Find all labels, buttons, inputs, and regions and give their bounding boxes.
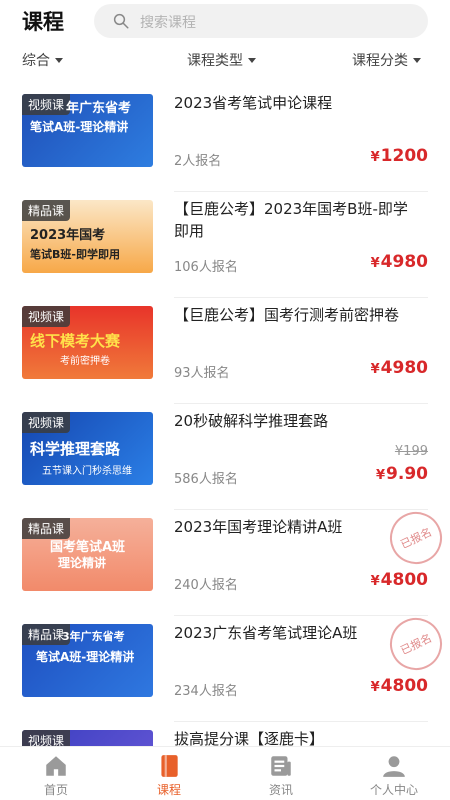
tab-home[interactable]: 首页	[16, 753, 96, 798]
course-price: ¥4800	[370, 676, 428, 696]
filter-bar: 综合 课程类型 课程分类	[0, 46, 450, 72]
search-input[interactable]: 搜索课程	[94, 4, 428, 38]
enroll-count: 234人报名	[174, 684, 238, 699]
thumb-subtitle: 笔试A班-理论精讲	[30, 120, 129, 134]
course-tag: 视频课	[22, 94, 71, 115]
course-price: ¥4980	[370, 252, 428, 272]
tab-label: 资讯	[268, 783, 293, 797]
tab-label: 首页	[43, 783, 68, 797]
caret-down-icon	[413, 57, 421, 63]
thumb-title: 2023年国考	[30, 228, 106, 243]
tab-news[interactable]: 资讯	[241, 753, 321, 798]
course-item[interactable]: 视频课 科学推理套路 五节课入门秒杀思维 20秒破解科学推理套路 ¥199 58…	[0, 404, 450, 510]
enrolled-stamp: 已报名	[381, 503, 450, 573]
enroll-count: 106人报名	[174, 260, 238, 275]
thumb-subtitle: 笔试A班-理论精讲	[36, 650, 135, 664]
course-price: ¥4980	[370, 358, 428, 378]
course-title: 2023省考笔试申论课程	[174, 94, 333, 112]
news-icon	[271, 756, 291, 776]
course-price: ¥4800	[370, 570, 428, 590]
course-price: ¥9.90	[376, 464, 428, 484]
thumb-title: 线下模考大赛	[30, 332, 121, 350]
tab-label: 个人中心	[369, 783, 418, 797]
book-icon	[161, 755, 178, 777]
thumb-subtitle: 考前密押卷	[60, 356, 110, 367]
course-tag: 视频课	[22, 412, 71, 433]
page-title: 课程	[22, 10, 64, 34]
course-item[interactable]: 视频课 年广东省考 笔试A班-理论精讲 2023省考笔试申论课程 2人报名 ¥1…	[0, 86, 450, 192]
thumb-title: 科学推理套路	[30, 440, 121, 458]
course-title: 【巨鹿公考】2023年国考B班-即学即用	[174, 200, 408, 240]
filter-label: 综合	[22, 53, 50, 69]
search-placeholder: 搜索课程	[140, 15, 196, 31]
thumb-subtitle: 理论精讲	[58, 556, 107, 570]
thumb-title: 3年广东省考	[62, 630, 125, 643]
enroll-count: 93人报名	[174, 366, 230, 381]
filter-course-category[interactable]: 课程分类	[352, 50, 421, 70]
course-tag: 视频课	[22, 306, 71, 327]
enrolled-stamp: 已报名	[381, 609, 450, 679]
tab-profile[interactable]: 个人中心	[354, 753, 434, 798]
caret-down-icon	[55, 57, 63, 63]
course-tag: 精品课	[22, 200, 71, 221]
header: 课程 搜索课程	[0, 0, 450, 42]
course-title: 【巨鹿公考】国考行测考前密押卷	[174, 306, 400, 324]
thumb-title: 年广东省考	[66, 101, 132, 116]
course-item[interactable]: 精品课 3年广东省考 笔试A班-理论精讲 2023广东省考笔试理论A班 已报名 …	[0, 609, 450, 722]
tab-courses[interactable]: 课程	[129, 753, 209, 798]
course-price: ¥1200	[370, 146, 428, 166]
bottom-tab-bar: 首页 课程 资讯 个人中心	[0, 746, 450, 800]
filter-overall[interactable]: 综合	[22, 50, 63, 70]
course-thumbnail: 视频课 年广东省考 笔试A班-理论精讲	[22, 94, 153, 167]
course-title: 2023年国考理论精讲A班	[174, 518, 343, 536]
thumb-subtitle: 笔试B班-即学即用	[30, 248, 120, 261]
tab-label: 课程	[156, 783, 181, 797]
course-thumbnail: 视频课 科学推理套路 五节课入门秒杀思维	[22, 412, 153, 485]
thumb-subtitle: 五节课入门秒杀思维	[42, 466, 132, 477]
course-thumbnail: 精品课 2023年国考 笔试B班-即学即用	[22, 200, 153, 273]
course-title: 20秒破解科学推理套路	[174, 412, 329, 430]
course-thumbnail: 视频课 线下模考大赛 考前密押卷	[22, 306, 153, 379]
course-item[interactable]: 精品课 国考笔试A班 理论精讲 2023年国考理论精讲A班 已报名 240人报名…	[0, 503, 450, 616]
home-icon	[46, 756, 66, 776]
thumb-title: 国考笔试A班	[50, 540, 126, 555]
enroll-count: 240人报名	[174, 578, 238, 593]
course-item[interactable]: 精品课 2023年国考 笔试B班-即学即用 【巨鹿公考】2023年国考B班-即学…	[0, 192, 450, 298]
enroll-count: 2人报名	[174, 154, 222, 169]
filter-label: 课程类型	[187, 53, 243, 69]
enroll-count: 586人报名	[174, 472, 238, 487]
original-price: ¥199	[394, 444, 428, 459]
caret-down-icon	[248, 57, 256, 63]
course-thumbnail: 精品课 国考笔试A班 理论精讲	[22, 518, 153, 591]
course-item[interactable]: 视频课 线下模考大赛 考前密押卷 【巨鹿公考】国考行测考前密押卷 93人报名 ¥…	[0, 298, 450, 404]
filter-label: 课程分类	[352, 53, 408, 69]
user-icon	[383, 756, 405, 777]
filter-course-type[interactable]: 课程类型	[187, 50, 256, 70]
course-title: 2023广东省考笔试理论A班	[174, 624, 358, 642]
course-thumbnail: 精品课 3年广东省考 笔试A班-理论精讲	[22, 624, 153, 697]
search-icon	[113, 13, 129, 29]
